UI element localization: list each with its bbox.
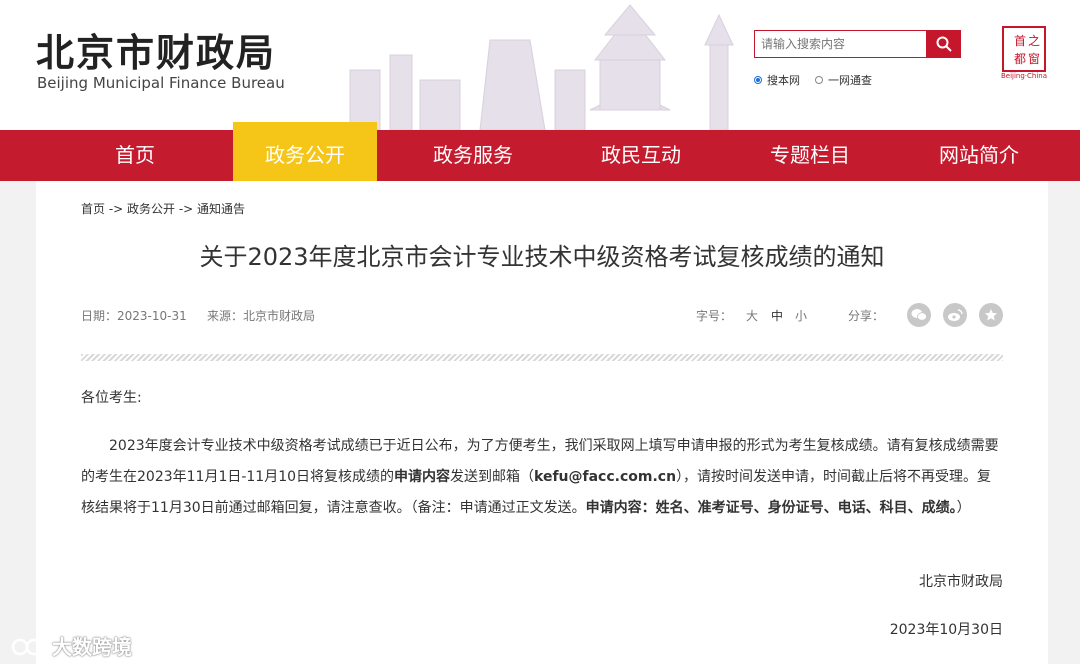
seal-caption: Beijing·China — [1000, 72, 1048, 80]
radio-label-site: 搜本网 — [767, 74, 800, 87]
body-email: kefu@facc.com.cn — [534, 469, 677, 485]
site-logo-cn[interactable]: 北京市财政局 — [36, 22, 276, 77]
radio-label-all: 一网通查 — [828, 74, 872, 87]
share-favorite-button[interactable] — [979, 303, 1003, 327]
radio-search-site[interactable]: 搜本网 — [754, 72, 800, 88]
body-bold-2: 申请内容：姓名、准考证号、身份证号、电话、科目、成绩。 — [585, 500, 957, 516]
body-bold-1: 申请内容 — [394, 469, 451, 485]
date-label: 日期： — [81, 309, 118, 323]
capital-seal-logo: 首 之 都 窗 — [1002, 26, 1046, 72]
svg-text:都: 都 — [1014, 52, 1026, 66]
search-box — [754, 30, 926, 58]
share-wechat-button[interactable] — [907, 303, 931, 327]
date-value: 2023-10-31 — [117, 309, 187, 323]
hatched-divider — [81, 354, 1003, 361]
radio-dot — [815, 76, 823, 84]
main-nav: 首页 政务公开 政务服务 政民互动 专题栏目 网站简介 — [0, 122, 1080, 181]
watermark-logo-icon — [11, 637, 51, 655]
radio-search-all[interactable]: 一网通查 — [815, 72, 872, 88]
article-panel: 首页 -> 政务公开 -> 通知通告 关于2023年度北京市会计专业技术中级资格… — [36, 181, 1048, 664]
signature: 北京市财政局 — [919, 574, 1003, 590]
nav-item-gov-services[interactable]: 政务服务 — [402, 130, 544, 181]
search-icon — [936, 36, 952, 52]
search-button[interactable] — [926, 30, 961, 58]
nav-item-home[interactable]: 首页 — [64, 130, 206, 181]
article-source: 来源：北京市财政局 — [207, 307, 315, 324]
greeting: 各位考生: — [81, 390, 142, 406]
nav-item-interaction[interactable]: 政民互动 — [570, 130, 712, 181]
nav-item-gov-affairs[interactable]: 政务公开 — [233, 122, 377, 181]
sign-date: 2023年10月30日 — [889, 622, 1003, 638]
source-label: 来源： — [207, 309, 244, 323]
watermark: 大数跨境 — [10, 631, 132, 660]
radio-dot-checked — [754, 76, 762, 84]
weibo-icon — [948, 309, 963, 321]
font-size-medium[interactable]: 中 — [771, 307, 783, 324]
fontsize-label: 字号： — [696, 309, 733, 323]
nav-item-topics[interactable]: 专题栏目 — [739, 130, 881, 181]
svg-text:之: 之 — [1028, 34, 1040, 48]
font-size-small[interactable]: 小 — [795, 307, 807, 324]
watermark-text: 大数跨境 — [52, 635, 132, 659]
svg-text:窗: 窗 — [1028, 52, 1040, 66]
article-date: 日期：2023-10-31 — [81, 307, 187, 324]
font-size-large[interactable]: 大 — [746, 307, 758, 324]
svg-text:首: 首 — [1014, 34, 1026, 48]
city-skyline-graphic — [349, 4, 734, 130]
star-icon — [985, 309, 997, 321]
body-text-4: ） — [956, 500, 971, 516]
breadcrumb[interactable]: 首页 -> 政务公开 -> 通知通告 — [81, 200, 245, 217]
share-label: 分享： — [848, 309, 885, 323]
site-logo-en: Beijing Municipal Finance Bureau — [37, 74, 285, 92]
wechat-icon — [911, 309, 927, 321]
article-title: 关于2023年度北京市会计专业技术中级资格考试复核成绩的通知 — [199, 243, 885, 271]
search-input[interactable] — [755, 31, 921, 57]
body-text-2: 发送到邮箱（ — [450, 469, 535, 485]
article-body: 2023年度会计专业技术中级资格考试成绩已于近日公布，为了方便考生，我们采取网上… — [81, 431, 1005, 524]
nav-item-about[interactable]: 网站简介 — [908, 130, 1050, 181]
share-weibo-button[interactable] — [943, 303, 967, 327]
source-value: 北京市财政局 — [243, 309, 316, 323]
site-header: 北京市财政局 Beijing Municipal Finance Bureau … — [0, 0, 1080, 130]
